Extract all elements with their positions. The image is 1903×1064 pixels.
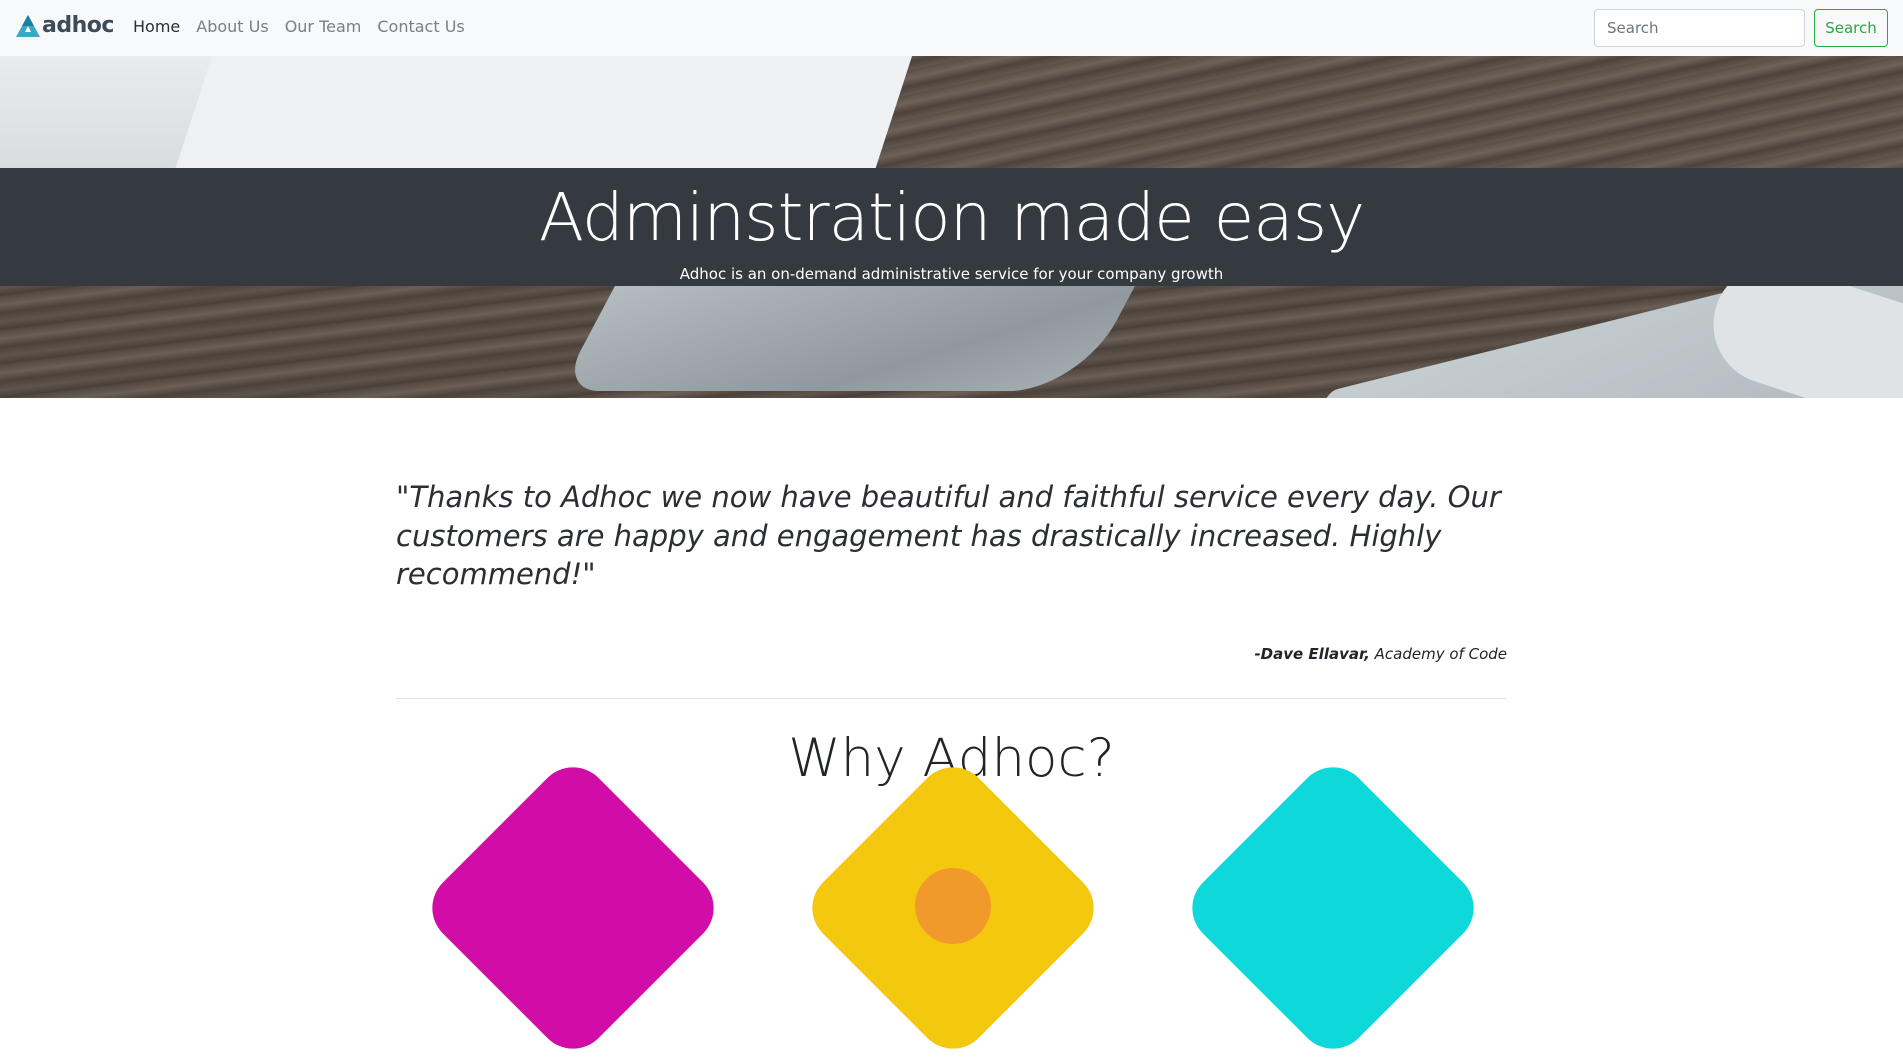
feature-circle-icon — [915, 868, 991, 944]
hero-subtitle: Adhoc is an on-demand administrative ser… — [679, 265, 1224, 283]
hero-title: Adminstration made easy — [538, 179, 1365, 256]
hero-banner: Adminstration made easy Adhoc is an on-d… — [0, 56, 1903, 398]
testimonial-attribution: -Dave Ellavar, Academy of Code — [396, 645, 1507, 663]
main-nav: Home About Us Our Team Contact Us — [133, 17, 481, 36]
feature-shape-magenta — [417, 752, 729, 1064]
brand-name: adhoc — [42, 13, 114, 38]
brand-logo[interactable]: adhoc — [16, 15, 114, 37]
hero-background-desk — [860, 56, 1903, 171]
testimonial-author: -Dave Ellavar, — [1254, 645, 1370, 663]
nav-link-home[interactable]: Home — [133, 17, 180, 36]
nav-link-about-us[interactable]: About Us — [196, 17, 268, 36]
navbar: adhoc Home About Us Our Team Contact Us … — [0, 0, 1903, 56]
triangle-logo-icon — [16, 15, 40, 37]
nav-link-contact-us[interactable]: Contact Us — [377, 17, 464, 36]
search-input[interactable] — [1594, 9, 1805, 47]
nav-link-our-team[interactable]: Our Team — [285, 17, 362, 36]
search-button[interactable]: Search — [1814, 9, 1888, 47]
section-divider — [396, 698, 1507, 699]
testimonial-organization: Academy of Code — [1374, 645, 1507, 663]
monitor-image — [174, 56, 916, 171]
testimonial-quote: "Thanks to Adhoc we now have beautiful a… — [396, 480, 1501, 591]
feature-shape-cyan — [1177, 752, 1489, 1064]
